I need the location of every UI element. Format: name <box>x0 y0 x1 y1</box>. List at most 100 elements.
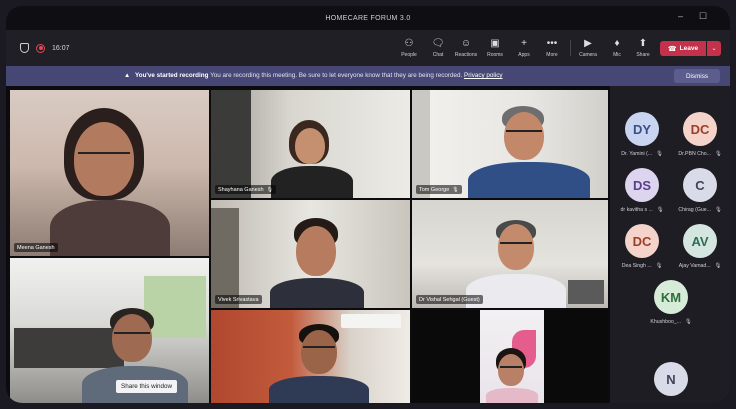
minimize-button[interactable]: – <box>678 11 683 21</box>
leave-label: Leave <box>679 45 699 52</box>
avatar-name: Dr.PBN Cho... <box>678 151 711 157</box>
teams-meeting-window: HOMECARE FORUM 3.0 – ☐ 16:07 ⚇ People 🗨 … <box>6 6 730 403</box>
camera-icon: ▶ <box>584 37 592 49</box>
video-tile[interactable] <box>412 310 608 403</box>
dismiss-button[interactable]: Dismiss <box>674 69 720 83</box>
avatar-name: Khushboo_... <box>650 319 681 325</box>
avatar: AV <box>683 224 717 258</box>
mic-label: Mic <box>613 51 621 58</box>
phone-icon: ☎ <box>667 45 677 53</box>
participant-name: Vivek Srivastava <box>218 296 259 303</box>
rooms-icon: ▣ <box>490 37 500 49</box>
people-button[interactable]: ⚇ People <box>395 34 423 62</box>
window-title: HOMECARE FORUM 3.0 <box>325 14 411 22</box>
participant-video <box>50 108 170 256</box>
participant-name-label: Shayhana Ganesh 🎙 <box>215 185 276 194</box>
participant-avatar-item[interactable]: AV Ajay Vamad... 🎙 <box>672 224 728 269</box>
participant-video <box>266 218 366 308</box>
mic-icon: 🎙 <box>656 207 664 213</box>
mic-icon: 🎙 <box>715 207 722 213</box>
avatar-name: Dr. Yamini (... <box>621 151 653 157</box>
shield-icon <box>20 43 29 53</box>
avatar-name: Ajay Vamad... <box>678 263 711 269</box>
chat-button[interactable]: 🗨 Chat <box>424 34 452 62</box>
participant-name-label: Meena Ganesh <box>14 243 58 252</box>
camera-label: Camera <box>579 51 597 58</box>
chat-label: Chat <box>432 51 444 58</box>
participant-name: Shayhana Ganesh <box>218 186 264 193</box>
title-bar: HOMECARE FORUM 3.0 – ☐ <box>6 6 730 30</box>
participant-video <box>269 324 369 403</box>
avatar: N <box>654 362 688 396</box>
recording-message: ▲ You've started recording You are recor… <box>124 72 503 79</box>
mic-button[interactable]: ♦ Mic <box>603 34 631 62</box>
video-tile[interactable] <box>10 258 209 403</box>
wall-shape <box>412 90 430 198</box>
apps-button[interactable]: + Apps <box>510 34 538 62</box>
share-label: Share <box>636 51 650 58</box>
toolbar-divider <box>570 40 571 56</box>
participant-avatar-item[interactable]: C Chirag (Gue... 🎙 <box>672 168 728 213</box>
participant-avatar-item[interactable]: DS dr kavitha s ... 🎙 <box>614 168 670 213</box>
recording-icon <box>36 43 45 53</box>
recording-banner: ▲ You've started recording You are recor… <box>6 66 730 86</box>
video-tile[interactable] <box>211 310 410 403</box>
participant-video <box>460 106 590 198</box>
apps-label: Apps <box>518 51 530 58</box>
participant-video <box>484 348 540 403</box>
avatar: DC <box>625 224 659 258</box>
video-tile[interactable]: Dr Vishal Sehgal (Guest) <box>412 200 608 308</box>
participant-avatar-item[interactable]: KM Khushboo_... 🎙 <box>643 280 699 325</box>
mic-icon: 🎙 <box>266 186 273 193</box>
maximize-button[interactable]: ☐ <box>699 11 707 22</box>
meeting-toolbar: 16:07 ⚇ People 🗨 Chat ☺ Reactions ▣ Room… <box>6 30 730 66</box>
avatar: DC <box>683 112 717 146</box>
reactions-button[interactable]: ☺ Reactions <box>452 34 480 62</box>
more-button[interactable]: ••• More <box>538 34 566 62</box>
avatar: C <box>683 168 717 202</box>
avatar-name: Chirag (Gue... <box>678 207 711 213</box>
video-tile[interactable]: Meena Ganesh <box>10 90 209 256</box>
video-tile[interactable]: Shayhana Ganesh 🎙 <box>211 90 410 198</box>
shelf-shape <box>211 208 239 308</box>
participant-name-label: Tom George 🎙 <box>416 185 462 194</box>
avatar-name: Dea Singh ... <box>621 263 652 269</box>
participants-panel: DY Dr. Yamini (... 🎙 DC Dr.PBN Cho... 🎙 DS… <box>610 86 730 403</box>
recording-title: You've started recording <box>134 72 209 79</box>
avatar: KM <box>654 280 688 314</box>
avatar: DS <box>625 168 659 202</box>
mic-icon: 🎙 <box>655 263 663 269</box>
video-tile[interactable]: Tom George 🎙 <box>412 90 608 198</box>
video-grid: Meena Ganesh Shayhana Ganesh 🎙 Tom Georg… <box>6 86 730 403</box>
chat-icon: 🗨 <box>431 37 445 49</box>
avatar-name: dr kavitha s ... <box>620 207 653 213</box>
mic-icon: 🎙 <box>684 319 692 325</box>
participant-avatar-item[interactable]: DC Dr.PBN Cho... 🎙 <box>672 112 728 157</box>
more-label: More <box>546 51 558 58</box>
reactions-label: Reactions <box>454 51 478 58</box>
privacy-policy-link[interactable]: Privacy policy <box>464 72 503 79</box>
participant-avatar-item[interactable]: DC Dea Singh ... 🎙 <box>614 224 670 269</box>
warning-icon: ▲ <box>124 72 131 79</box>
more-icon: ••• <box>546 37 558 49</box>
mic-icon: 🎙 <box>656 151 663 157</box>
participant-avatar-item[interactable]: N <box>643 362 699 396</box>
share-window-tooltip: Share this window <box>116 380 178 393</box>
recording-text: You are recording this meeting. Be sure … <box>210 72 463 79</box>
mic-icon: 🎙 <box>452 186 459 193</box>
leave-dropdown-button[interactable]: ⌄ <box>707 41 721 56</box>
leave-button[interactable]: ☎ Leave <box>660 41 706 56</box>
participant-avatar-item[interactable]: DY Dr. Yamini (... 🎙 <box>614 112 670 157</box>
avatar: DY <box>625 112 659 146</box>
participant-name: Meena Ganesh <box>17 244 55 251</box>
participant-name: Tom George <box>419 186 450 193</box>
share-button[interactable]: ⬆ Share <box>629 34 657 62</box>
participant-video <box>271 120 361 198</box>
apps-icon: + <box>521 37 527 49</box>
camera-button[interactable]: ▶ Camera <box>574 34 602 62</box>
reactions-icon: ☺ <box>460 37 472 49</box>
video-tile[interactable]: Vivek Srivastava <box>211 200 410 308</box>
rooms-button[interactable]: ▣ Rooms <box>481 34 509 62</box>
participant-name-label: Dr Vishal Sehgal (Guest) <box>416 295 483 304</box>
mic-icon: 🎙 <box>714 151 722 157</box>
